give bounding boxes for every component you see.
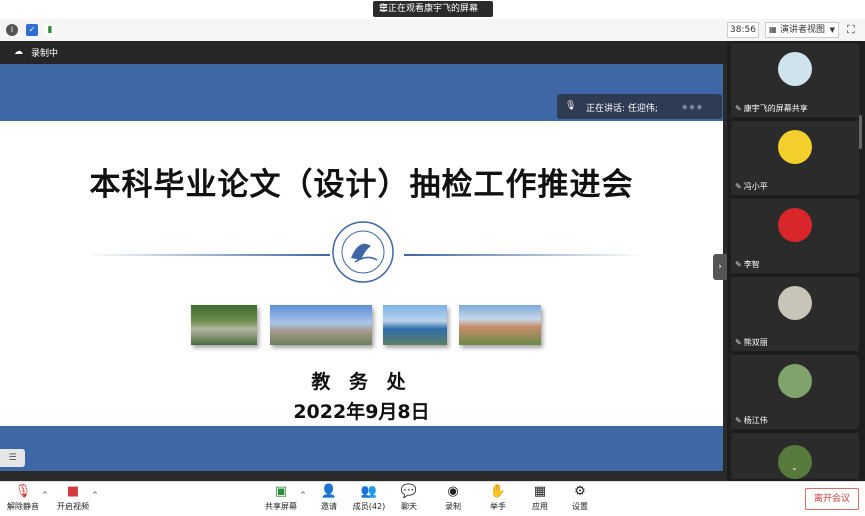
view-mode-dropdown[interactable]: ▦ 演讲者视图 ▼: [765, 22, 839, 38]
speaking-prefix: 正在讲话:: [586, 104, 626, 114]
raise-hand-icon: ✋: [489, 484, 507, 499]
settings-icon: ⚙: [574, 484, 586, 499]
slide-title: 本科毕业论文（设计）抽检工作推进会: [89, 167, 634, 203]
slide-menu-tab[interactable]: ☰: [0, 449, 25, 467]
avatar: [778, 445, 812, 479]
video-off-icon: ■: [66, 484, 80, 499]
invite-label: 邀请: [321, 502, 337, 511]
speaking-indicator: 🎙 正在讲话: 任迎伟; ◆◆◆: [557, 94, 722, 119]
avatar: [778, 52, 812, 86]
slide-bottom-band: [0, 426, 723, 471]
recording-bar: ☁ 录制中: [0, 41, 727, 64]
participant-tile[interactable]: ✎ 康宇飞的屏幕共享: [731, 43, 859, 117]
chevron-up-icon[interactable]: ^: [42, 491, 48, 499]
invite-button[interactable]: 👤 邀请: [314, 484, 344, 512]
university-logo: [332, 221, 394, 283]
campus-photo-2: [270, 305, 372, 345]
share-screen-label: 共享屏幕: [265, 502, 297, 511]
invite-icon: 👤: [320, 484, 338, 499]
participant-tile[interactable]: ✎ 李智: [731, 199, 859, 273]
start-video-button[interactable]: ■ 开启视频: [56, 484, 90, 512]
menu-icon[interactable]: ☰: [379, 1, 487, 17]
leave-meeting-button[interactable]: 离开会议: [805, 488, 859, 510]
list-icon: ☰: [8, 453, 17, 463]
members-button[interactable]: 👥 成员(42): [350, 484, 388, 512]
participant-name: 康宇飞的屏幕共享: [743, 104, 808, 113]
avatar: [778, 364, 812, 398]
avatar: [778, 208, 812, 242]
sidebar-scrollbar[interactable]: [859, 115, 862, 149]
raise-hand-label: 举手: [490, 502, 506, 511]
participant-name: 李智: [743, 260, 760, 269]
apps-label: 应用: [532, 502, 548, 511]
mic-muted-icon: ✎: [735, 182, 742, 191]
meeting-timer: 38:56: [727, 22, 759, 38]
divider-line-left: [85, 254, 330, 256]
avatar: [778, 130, 812, 164]
campus-photo-4: [459, 305, 541, 345]
recording-label: 录制中: [31, 49, 59, 59]
settings-button[interactable]: ⚙ 设置: [565, 484, 595, 512]
meeting-toolbar: i ✓ ▮ 38:56 ▦ 演讲者视图 ▼ ⛶: [0, 19, 865, 42]
mic-icon: 🎙: [565, 101, 577, 111]
participant-tile[interactable]: ✎ 冯小平: [731, 121, 859, 195]
participant-tile[interactable]: ⌄: [731, 433, 859, 479]
participant-tile[interactable]: ✎ 熊双丽: [731, 277, 859, 351]
presentation-slide: 🎙 正在讲话: 任迎伟; ◆◆◆ 本科毕业论文（设计）抽检工作推进会 教 务 处…: [0, 64, 723, 471]
share-screen-icon: ▣: [274, 484, 288, 499]
settings-label: 设置: [572, 502, 588, 511]
participant-name: 杨江伟: [743, 416, 768, 425]
participant-tile[interactable]: ✎ 杨江伟: [731, 355, 859, 429]
chevron-down-icon: ▼: [829, 26, 835, 34]
unmute-button[interactable]: 🎙 解除静音: [6, 484, 40, 512]
mic-muted-icon: ✎: [735, 260, 742, 269]
chevron-up-icon[interactable]: ^: [92, 491, 98, 499]
start-video-label: 开启视频: [57, 502, 89, 511]
fullscreen-icon[interactable]: ⛶: [847, 23, 855, 37]
mic-muted-icon: ✎: [735, 416, 742, 425]
participant-name: 冯小平: [743, 182, 768, 191]
shield-icon[interactable]: ✓: [26, 24, 38, 36]
members-icon: 👥: [360, 484, 378, 499]
mic-muted-icon: ✎: [735, 104, 742, 113]
cloud-icon: ☁: [14, 47, 23, 57]
top-bar: 您正在观看康宇飞的屏幕 ☰: [0, 0, 865, 19]
record-label: 录制: [445, 502, 461, 511]
record-icon: ◉: [447, 484, 459, 499]
grid-view-icon: ▦: [769, 25, 777, 34]
slide-date: 2022年9月8日: [293, 401, 430, 423]
campus-photo-1: [191, 305, 257, 345]
viewing-notice[interactable]: 您正在观看康宇飞的屏幕 ☰: [373, 1, 493, 17]
share-screen-button[interactable]: ▣ 共享屏幕: [262, 484, 300, 512]
collapse-sidebar-button[interactable]: ›: [713, 254, 727, 280]
chevron-down-icon[interactable]: ⌄: [791, 463, 798, 472]
bottom-control-bar: 🎙 解除静音 ^ ■ 开启视频 ^ ▣ 共享屏幕 ^ 👤 邀请 👥 成员(42)…: [0, 481, 865, 516]
shared-screen-area: ☁ 录制中 🎙 正在讲话: 任迎伟; ◆◆◆ 本科毕业论文（设计）抽检工作推进会…: [0, 41, 727, 481]
record-button[interactable]: ◉ 录制: [438, 484, 468, 512]
slide-department: 教 务 处: [311, 371, 412, 393]
apps-icon: ▦: [533, 484, 547, 499]
mic-muted-icon: 🎙: [14, 484, 32, 499]
speaking-name: 任迎伟;: [627, 104, 658, 114]
chat-button[interactable]: 💬 聊天: [394, 484, 424, 512]
campus-photo-3: [383, 305, 447, 345]
mic-muted-icon: ✎: [735, 338, 742, 347]
members-label: 成员(42): [352, 502, 386, 511]
unmute-label: 解除静音: [7, 502, 39, 511]
avatar: [778, 286, 812, 320]
chat-icon: 💬: [400, 484, 418, 499]
chevron-right-icon: ›: [718, 262, 722, 272]
apps-button[interactable]: ▦ 应用: [525, 484, 555, 512]
audio-level-icon: ◆◆◆: [682, 103, 705, 111]
chat-label: 聊天: [401, 502, 417, 511]
participant-name: 熊双丽: [743, 338, 768, 347]
signal-icon[interactable]: ▮: [44, 24, 56, 36]
divider-line-right: [404, 254, 644, 256]
raise-hand-button[interactable]: ✋ 举手: [483, 484, 513, 512]
info-icon[interactable]: i: [6, 24, 18, 36]
chevron-up-icon[interactable]: ^: [300, 491, 306, 499]
participant-sidebar: ✎ 康宇飞的屏幕共享 ✎ 冯小平 ✎ 李智 ✎ 熊双丽 ✎ 杨江伟 ⌄: [727, 41, 865, 481]
view-mode-label: 演讲者视图: [780, 25, 826, 35]
